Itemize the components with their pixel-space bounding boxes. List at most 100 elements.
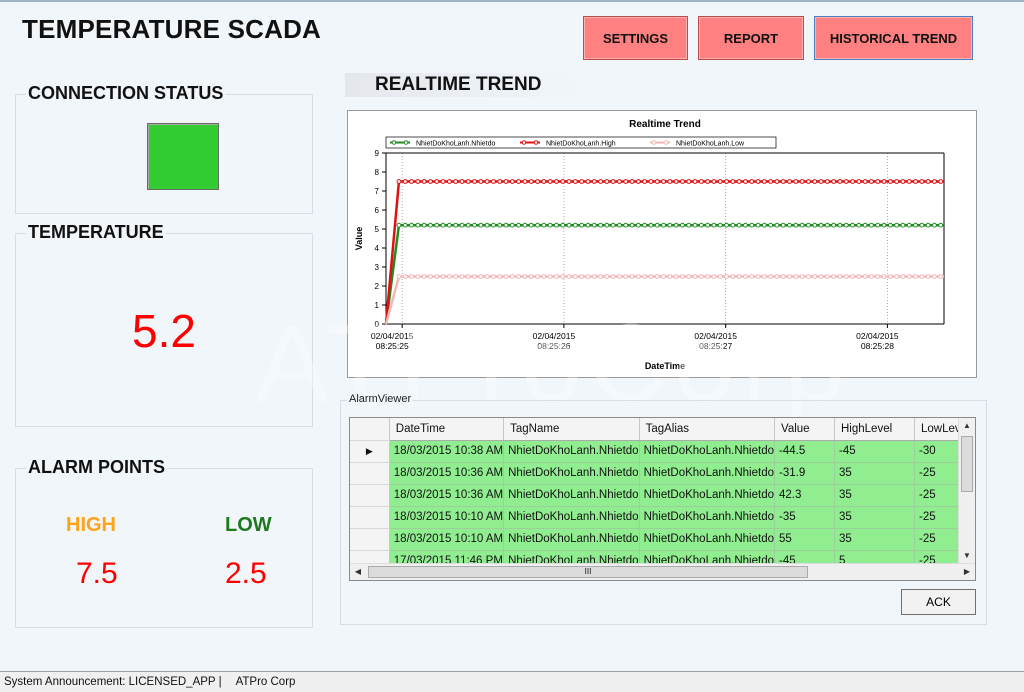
table-row[interactable]: 18/03/2015 10:36 AM NhietDoKhoLanh.Nhietd… <box>350 484 975 507</box>
table-cell[interactable]: 18/03/2015 10:36 AM <box>389 484 505 507</box>
series-point <box>409 179 414 184</box>
low-label: LOW <box>225 514 272 536</box>
horizontal-scrollbar[interactable]: ◀ III ▶ <box>350 563 975 580</box>
series-point <box>906 274 912 279</box>
table-row[interactable]: 18/03/2015 10:10 AM NhietDoKhoLanh.Nhietd… <box>350 528 975 551</box>
series-point <box>812 274 818 279</box>
table-cell[interactable]: 35 <box>834 528 915 551</box>
series-point <box>774 179 780 184</box>
scroll-down-icon[interactable]: ▼ <box>959 548 975 564</box>
table-cell[interactable]: 35 <box>834 462 915 485</box>
horizontal-scroll-thumb[interactable]: III <box>368 566 808 578</box>
series-point <box>875 222 881 228</box>
low-value: 2.5 <box>225 557 267 590</box>
table-cell[interactable]: NhietDoKhoLanh.Nhietdo <box>639 440 776 463</box>
y-tick-label: 6 <box>375 206 380 215</box>
series-point <box>913 179 918 184</box>
table-cell[interactable]: NhietDoKhoLanh.Nhietdo <box>639 506 776 529</box>
series-point <box>843 274 849 279</box>
series-point <box>465 179 471 184</box>
legend-entry: NhietDoKhoLanh.Nhietdo <box>416 141 495 148</box>
series-point <box>730 222 736 228</box>
series-point <box>919 222 925 228</box>
series-point <box>824 274 830 279</box>
series-point <box>743 222 748 228</box>
series-point <box>768 274 774 279</box>
system-announcement: System Announcement: LICENSED_APP | <box>4 676 222 688</box>
scroll-right-icon[interactable]: ▶ <box>959 564 975 580</box>
table-cell[interactable]: NhietDoKhoLanh.Nhietdo <box>639 462 776 485</box>
historical-trend-button[interactable]: HISTORICAL TREND <box>814 16 973 60</box>
series-point <box>623 222 629 228</box>
table-cell[interactable]: -31.9 <box>774 462 835 485</box>
series-point <box>862 222 868 228</box>
column-header-tagname[interactable]: TagName <box>503 418 640 441</box>
table-cell[interactable]: NhietDoKhoLanh.Nhietdo <box>503 528 640 551</box>
table-cell[interactable]: NhietDoKhoLanh.Nhietdo <box>503 462 640 485</box>
series-point <box>541 222 547 228</box>
series-point <box>856 274 862 279</box>
table-cell[interactable]: 18/03/2015 10:10 AM <box>389 528 505 551</box>
series-point <box>749 222 755 228</box>
scroll-up-icon[interactable]: ▲ <box>959 418 975 434</box>
table-cell[interactable]: -35 <box>774 506 835 529</box>
settings-button[interactable]: SETTINGS <box>583 16 688 60</box>
chart-svg: Realtime Trend NhietDoKhoLanh.Nhietdo Nhie… <box>354 119 945 371</box>
alarm-grid[interactable]: DateTime TagName TagAlias Value HighLevel Low… <box>349 417 976 581</box>
row-header[interactable] <box>350 484 390 507</box>
row-header[interactable]: ▶ <box>350 440 390 463</box>
series-point <box>503 222 509 228</box>
row-header[interactable] <box>350 506 390 529</box>
series-point <box>617 179 622 184</box>
series-point <box>446 222 452 228</box>
alarm-points-panel: ALARM POINTS HIGH LOW 7.5 2.5 <box>15 457 313 628</box>
connection-status-panel: CONNECTION STATUS <box>15 83 313 214</box>
scroll-left-icon[interactable]: ◀ <box>350 564 366 580</box>
table-cell[interactable]: NhietDoKhoLanh.Nhietdo <box>503 484 640 507</box>
column-header-tagalias[interactable]: TagAlias <box>639 418 776 441</box>
series-point <box>818 274 824 279</box>
series-point <box>528 274 534 279</box>
table-cell[interactable]: NhietDoKhoLanh.Nhietdo <box>503 440 640 463</box>
table-row[interactable]: 18/03/2015 10:36 AM NhietDoKhoLanh.Nhietd… <box>350 462 975 485</box>
x-tick-label-date: 02/04/2015 <box>533 331 576 341</box>
table-cell[interactable]: 18/03/2015 10:10 AM <box>389 506 505 529</box>
ack-button[interactable]: ACK <box>901 589 976 615</box>
series-point <box>717 179 723 184</box>
series-point <box>484 222 490 228</box>
series-point <box>547 179 553 184</box>
legend-marker <box>533 140 539 145</box>
column-header-value[interactable]: Value <box>774 418 835 441</box>
table-cell[interactable]: 18/03/2015 10:36 AM <box>389 462 505 485</box>
series-point <box>604 222 610 228</box>
series-point <box>402 274 408 279</box>
row-header[interactable] <box>350 462 390 485</box>
table-cell[interactable]: 42.3 <box>774 484 835 507</box>
column-header-highlevel[interactable]: HighLevel <box>834 418 915 441</box>
vertical-scroll-thumb[interactable] <box>961 436 973 492</box>
series-point <box>799 274 805 279</box>
series-point <box>472 274 477 279</box>
series-point <box>535 222 540 228</box>
series-point <box>497 222 503 228</box>
table-cell[interactable]: -44.5 <box>774 440 835 463</box>
report-button[interactable]: REPORT <box>698 16 804 60</box>
table-row[interactable]: 18/03/2015 10:10 AM NhietDoKhoLanh.Nhietd… <box>350 506 975 529</box>
table-cell[interactable]: -45 <box>834 440 915 463</box>
column-header-datetime[interactable]: DateTime <box>389 418 505 441</box>
table-cell[interactable]: 35 <box>834 484 915 507</box>
row-header[interactable] <box>350 528 390 551</box>
table-cell[interactable]: NhietDoKhoLanh.Nhietdo <box>639 484 776 507</box>
table-cell[interactable]: 55 <box>774 528 835 551</box>
table-cell[interactable]: NhietDoKhoLanh.Nhietdo <box>503 506 640 529</box>
table-cell[interactable]: NhietDoKhoLanh.Nhietdo <box>639 528 776 551</box>
table-cell[interactable]: 35 <box>834 506 915 529</box>
table-row[interactable]: ▶ 18/03/2015 10:38 AM NhietDoKhoLanh.Nhiet… <box>350 440 975 463</box>
vertical-scrollbar[interactable]: ▲ ▼ <box>958 418 975 564</box>
series-point <box>894 222 900 228</box>
series-point <box>497 274 503 279</box>
series-point <box>497 179 503 184</box>
table-cell[interactable]: 18/03/2015 10:38 AM <box>389 440 505 463</box>
series-point <box>610 274 616 279</box>
series-point <box>761 222 767 228</box>
